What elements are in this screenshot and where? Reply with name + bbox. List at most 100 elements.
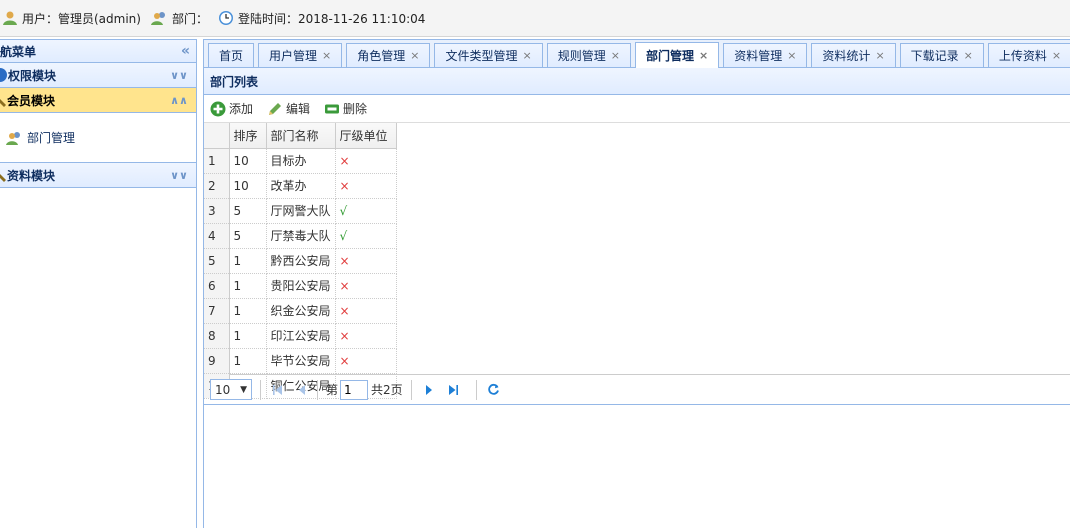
dropdown-arrow-icon: ▼ bbox=[240, 384, 247, 395]
section-label: 权限模块 bbox=[8, 68, 57, 83]
wrench-icon bbox=[0, 174, 6, 182]
add-label: 添加 bbox=[229, 102, 254, 116]
delete-label: 删除 bbox=[343, 102, 368, 116]
column-header-level[interactable]: 厅级单位 bbox=[335, 123, 397, 149]
refresh-icon bbox=[488, 383, 500, 395]
row-number: 8 bbox=[204, 323, 230, 349]
cell-level: × bbox=[335, 273, 397, 299]
cell-order: 1 bbox=[229, 348, 267, 374]
table-row[interactable]: 1 10 目标办 × bbox=[204, 148, 397, 174]
section-label: 会员模块 bbox=[7, 93, 56, 108]
cell-level: √ bbox=[335, 223, 397, 249]
close-tab-icon[interactable]: × bbox=[611, 49, 620, 62]
table-row[interactable]: 3 5 厅网警大队 √ bbox=[204, 198, 397, 224]
table-row[interactable]: 9 1 毕节公安局 × bbox=[204, 348, 397, 374]
tab-label: 角色管理 bbox=[357, 49, 406, 63]
last-page-icon bbox=[448, 384, 458, 395]
chevron-down-icon: ∨∨ bbox=[170, 68, 188, 82]
tab-1[interactable]: 首页 bbox=[208, 43, 255, 67]
row-number: 5 bbox=[204, 248, 230, 274]
cell-order: 10 bbox=[229, 173, 267, 199]
next-page-icon bbox=[425, 384, 432, 395]
user-icon bbox=[3, 11, 17, 25]
close-tab-icon[interactable]: × bbox=[699, 49, 708, 62]
column-header-name[interactable]: 部门名称 bbox=[266, 123, 336, 149]
cell-dept-name: 黔西公安局 bbox=[266, 248, 336, 274]
cell-dept-name: 织金公安局 bbox=[266, 298, 336, 324]
table-row[interactable]: 2 10 改革办 × bbox=[204, 173, 397, 199]
cell-dept-name: 厅禁毒大队 bbox=[266, 223, 336, 249]
clock-icon bbox=[218, 11, 233, 25]
tab-10[interactable]: 上传资料 × bbox=[987, 43, 1070, 67]
delete-button[interactable]: 删除 bbox=[324, 100, 367, 117]
tab-label: 部门管理 bbox=[645, 49, 694, 63]
last-page-button[interactable] bbox=[444, 381, 462, 399]
panel-title: 部门列表 bbox=[204, 68, 1070, 95]
tab-3[interactable]: 角色管理 × bbox=[346, 43, 431, 67]
table-row[interactable]: 7 1 织金公安局 × bbox=[204, 298, 397, 324]
table-row[interactable]: 8 1 印江公安局 × bbox=[204, 323, 397, 349]
cell-level: × bbox=[335, 298, 397, 324]
tab-label: 用户管理 bbox=[269, 49, 318, 63]
table-row[interactable]: 4 5 厅禁毒大队 √ bbox=[204, 223, 397, 249]
close-tab-icon[interactable]: × bbox=[410, 49, 419, 62]
cell-dept-name: 印江公安局 bbox=[266, 323, 336, 349]
close-tab-icon[interactable]: × bbox=[875, 49, 884, 62]
tab-8[interactable]: 资料统计 × bbox=[811, 43, 896, 67]
sidebar-item-label: 部门管理 bbox=[27, 131, 76, 145]
table-row[interactable]: 5 1 黔西公安局 × bbox=[204, 248, 397, 274]
cell-level: × bbox=[335, 323, 397, 349]
tab-label: 文件类型管理 bbox=[445, 49, 518, 63]
page-size-select[interactable]: 10 ▼ bbox=[210, 379, 252, 400]
dept-table: 排序 部门名称 厅级单位 1 10 目标办 × 2 10 改革办 × 3 5 厅网警大队 √ 4 5 厅禁毒… bbox=[204, 123, 397, 399]
tab-2[interactable]: 用户管理 × bbox=[258, 43, 343, 67]
row-number: 2 bbox=[204, 173, 230, 199]
close-tab-icon[interactable]: × bbox=[523, 49, 532, 62]
add-icon bbox=[210, 101, 226, 116]
column-header-order[interactable]: 排序 bbox=[229, 123, 267, 149]
separator bbox=[260, 379, 261, 400]
tab-5[interactable]: 规则管理 × bbox=[546, 43, 631, 67]
row-number: 6 bbox=[204, 273, 230, 299]
close-tab-icon[interactable]: × bbox=[964, 49, 973, 62]
refresh-button[interactable] bbox=[485, 381, 503, 399]
cell-order: 10 bbox=[229, 148, 267, 174]
cell-level: × bbox=[335, 348, 397, 374]
edit-button[interactable]: 编辑 bbox=[267, 100, 310, 117]
tab-4[interactable]: 文件类型管理 × bbox=[434, 43, 543, 67]
tab-7[interactable]: 资料管理 × bbox=[723, 43, 808, 67]
sidebar-section-materials[interactable]: 资料模块 ∨∨ bbox=[0, 163, 196, 188]
close-tab-icon[interactable]: × bbox=[322, 49, 331, 62]
total-pages-label: 共2页 bbox=[371, 383, 403, 397]
row-number: 3 bbox=[204, 198, 230, 224]
sidebar-section-permissions[interactable]: 权限模块 ∨∨ bbox=[0, 63, 196, 88]
tab-label: 首页 bbox=[219, 49, 244, 63]
next-page-button[interactable] bbox=[420, 381, 438, 399]
collapse-sidebar-icon[interactable]: « bbox=[181, 43, 190, 59]
close-tab-icon[interactable]: × bbox=[1052, 49, 1061, 62]
add-button[interactable]: 添加 bbox=[210, 100, 253, 117]
prev-page-button[interactable] bbox=[293, 381, 311, 399]
tab-6[interactable]: 部门管理 × bbox=[634, 42, 720, 68]
wrench-icon bbox=[0, 99, 6, 107]
first-page-button[interactable] bbox=[269, 381, 287, 399]
sidebar-section-members[interactable]: 会员模块 ∧∧ bbox=[0, 88, 196, 113]
page-prefix: 第 bbox=[326, 383, 339, 397]
module-icon bbox=[0, 68, 7, 82]
tab-9[interactable]: 下载记录 × bbox=[899, 43, 984, 67]
pagination-bar: 10 ▼ 第 共2页 bbox=[204, 375, 1070, 405]
users-icon bbox=[150, 12, 165, 25]
page-size-value: 10 bbox=[215, 382, 231, 397]
cell-dept-name: 贵阳公安局 bbox=[266, 273, 336, 299]
page-number-input[interactable] bbox=[340, 379, 369, 400]
sidebar: 航菜单 « 权限模块 ∨∨ 会员模块 ∧∧ 部门管理 资料模块 ∨∨ bbox=[0, 39, 197, 528]
top-bar: 用户：管理员(admin) 部门： 登陆时间：2018-11-26 11:10:… bbox=[0, 0, 1070, 37]
sidebar-header: 航菜单 « bbox=[0, 39, 196, 63]
close-tab-icon[interactable]: × bbox=[787, 49, 796, 62]
separator bbox=[475, 379, 477, 400]
tab-label: 上传资料 bbox=[998, 49, 1047, 63]
dept-info: 部门： bbox=[150, 10, 208, 27]
table-row[interactable]: 6 1 贵阳公安局 × bbox=[204, 273, 397, 299]
data-grid: 排序 部门名称 厅级单位 1 10 目标办 × 2 10 改革办 × 3 5 厅网警大队 √ 4 5 厅禁毒… bbox=[204, 123, 1070, 399]
sidebar-item-dept-management[interactable]: 部门管理 bbox=[6, 129, 75, 146]
